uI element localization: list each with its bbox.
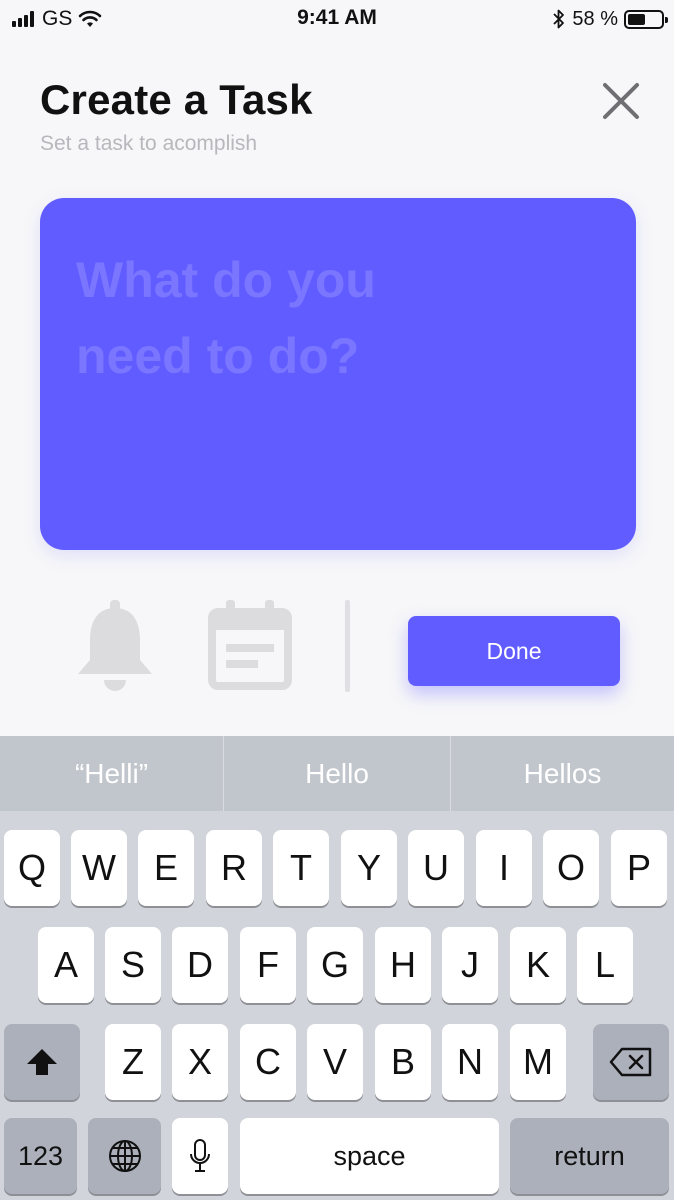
key-y[interactable]: Y bbox=[341, 830, 397, 906]
backspace-icon bbox=[609, 1047, 652, 1077]
globe-key[interactable] bbox=[88, 1118, 161, 1194]
status-bar: GS 9:41 AM 58 % bbox=[0, 0, 674, 40]
numbers-key[interactable]: 123 bbox=[4, 1118, 77, 1194]
suggestion-item[interactable]: “Helli” bbox=[0, 736, 223, 811]
close-button[interactable] bbox=[596, 76, 646, 126]
key-f[interactable]: F bbox=[240, 927, 296, 1003]
key-e[interactable]: E bbox=[138, 830, 194, 906]
key-b[interactable]: B bbox=[375, 1024, 431, 1100]
key-m[interactable]: M bbox=[510, 1024, 566, 1100]
key-p[interactable]: P bbox=[611, 830, 667, 906]
suggestion-bar: “Helli” Hello Hellos bbox=[0, 736, 674, 811]
bell-icon bbox=[78, 600, 152, 691]
globe-icon bbox=[108, 1140, 141, 1172]
battery-icon bbox=[624, 9, 668, 29]
key-x[interactable]: X bbox=[172, 1024, 228, 1100]
key-z[interactable]: Z bbox=[105, 1024, 161, 1100]
shift-key[interactable] bbox=[4, 1024, 80, 1100]
key-j[interactable]: J bbox=[442, 927, 498, 1003]
calendar-icon bbox=[208, 600, 292, 690]
key-k[interactable]: K bbox=[510, 927, 566, 1003]
keyboard: “Helli” Hello Hellos Q W E R T Y U I O P… bbox=[0, 736, 674, 1200]
bluetooth-icon bbox=[553, 9, 565, 29]
key-u[interactable]: U bbox=[408, 830, 464, 906]
key-l[interactable]: L bbox=[577, 927, 633, 1003]
page-title: Create a Task bbox=[40, 76, 313, 123]
done-button[interactable]: Done bbox=[408, 616, 620, 686]
key-t[interactable]: T bbox=[273, 830, 329, 906]
battery-percent: 58 % bbox=[572, 7, 618, 30]
key-n[interactable]: N bbox=[442, 1024, 498, 1100]
close-icon bbox=[603, 83, 639, 119]
task-input[interactable]: What do you need to do? bbox=[76, 242, 496, 394]
key-c[interactable]: C bbox=[240, 1024, 296, 1100]
reminder-bell-button[interactable] bbox=[74, 598, 156, 694]
task-card[interactable]: What do you need to do? bbox=[40, 198, 636, 550]
key-v[interactable]: V bbox=[307, 1024, 363, 1100]
create-task-screen: GS 9:41 AM 58 % Create a Task Set a task… bbox=[0, 0, 674, 1200]
key-w[interactable]: W bbox=[71, 830, 127, 906]
status-right: 58 % bbox=[552, 6, 668, 32]
space-key[interactable]: space bbox=[240, 1118, 499, 1194]
key-r[interactable]: R bbox=[206, 830, 262, 906]
microphone-icon bbox=[190, 1139, 210, 1172]
key-h[interactable]: H bbox=[375, 927, 431, 1003]
due-date-button[interactable] bbox=[208, 600, 292, 690]
key-q[interactable]: Q bbox=[4, 830, 60, 906]
return-key[interactable]: return bbox=[510, 1118, 669, 1194]
battery-level bbox=[628, 13, 645, 25]
suggestion-item[interactable]: Hello bbox=[224, 736, 450, 811]
key-d[interactable]: D bbox=[172, 927, 228, 1003]
key-o[interactable]: O bbox=[543, 830, 599, 906]
key-a[interactable]: A bbox=[38, 927, 94, 1003]
action-divider bbox=[345, 600, 350, 692]
key-g[interactable]: G bbox=[307, 927, 363, 1003]
backspace-key[interactable] bbox=[593, 1024, 669, 1100]
dictation-key[interactable] bbox=[172, 1118, 228, 1194]
shift-icon bbox=[27, 1049, 57, 1075]
key-i[interactable]: I bbox=[476, 830, 532, 906]
page-subtitle: Set a task to acomplish bbox=[40, 132, 258, 155]
key-s[interactable]: S bbox=[105, 927, 161, 1003]
suggestion-item[interactable]: Hellos bbox=[451, 736, 674, 811]
